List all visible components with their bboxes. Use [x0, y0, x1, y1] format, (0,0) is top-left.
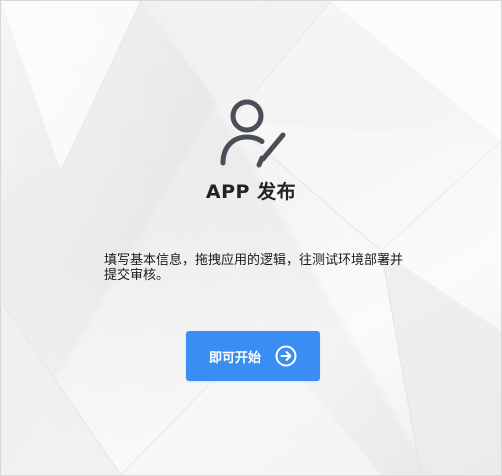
- start-button-label: 即可开始: [208, 349, 261, 365]
- user-edit-icon: [215, 97, 291, 169]
- start-button[interactable]: 即可开始: [186, 331, 320, 381]
- publish-card: APP 发布 填写基本信息，拖拽应用的逻辑，往测试环境部署并提交审核。 即可开始: [0, 0, 502, 476]
- page-title: APP 发布: [205, 181, 297, 203]
- arrow-right-circle-icon: [275, 345, 297, 367]
- geometric-background: [1, 1, 501, 475]
- description-text: 填写基本信息，拖拽应用的逻辑，往测试环境部署并提交审核。: [104, 253, 404, 283]
